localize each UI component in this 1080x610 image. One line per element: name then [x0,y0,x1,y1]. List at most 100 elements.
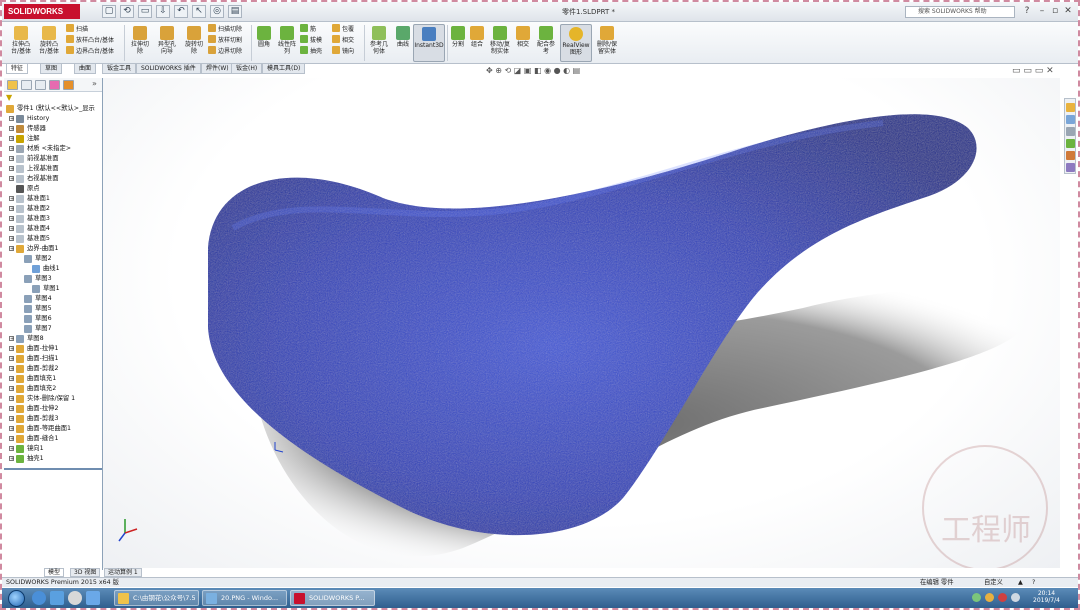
new-icon[interactable]: ▢ [102,5,116,18]
edit-appearance-icon[interactable]: ● [554,66,561,75]
tree-item[interactable]: + 草图8 [4,334,102,344]
tree-item[interactable]: + 注解 [4,134,102,144]
extrude-cut-button[interactable]: 拉伸切 除 [128,26,152,55]
extrude-boss-button[interactable]: 拉伸凸 台/基体 [8,26,34,55]
tree-item[interactable]: + 曲面-扫描1 [4,354,102,364]
tree-item[interactable]: + 曲面-缝合1 [4,434,102,444]
expand-icon[interactable]: + [9,146,14,152]
tree-item[interactable]: + 曲面-剪裁3 [4,414,102,424]
tree-item[interactable]: + 上视基准面 [4,164,102,174]
tree-item[interactable]: + 基准面1 [4,194,102,204]
open-icon[interactable]: ⟲ [120,5,134,18]
tree-item[interactable]: + 曲面-剪裁2 [4,364,102,374]
select-icon[interactable]: ↖ [192,5,206,18]
rebuild-icon[interactable]: ◎ [210,5,224,18]
expand-panel-icon[interactable]: » [92,79,97,88]
expand-icon[interactable]: + [9,356,14,362]
expand-icon[interactable]: + [9,336,14,342]
custom-properties-icon[interactable] [1066,163,1075,172]
sweep-cut-button[interactable]: 扫描切除 [208,24,242,33]
expand-icon[interactable]: + [9,366,14,372]
expand-icon[interactable]: + [9,346,14,352]
expand-icon[interactable]: + [9,376,14,382]
tab-model[interactable]: 模型 [44,568,65,577]
help-icon[interactable]: ? [1022,6,1032,17]
move-copy-button[interactable]: 移动/复 制实体 [487,26,513,55]
wrap-button[interactable]: 包覆 [332,24,354,33]
revolve-cut-button[interactable]: 旋转切 除 [182,26,206,55]
tree-item[interactable]: + 曲面填充1 [4,374,102,384]
expand-icon[interactable]: + [9,236,14,242]
zoom-area-icon[interactable]: ⊕ [495,66,502,75]
settings-icon[interactable] [68,591,82,605]
restore-icon[interactable]: ▫ [1050,6,1060,17]
intersect-small-button[interactable]: 相交 [332,35,354,44]
tree-item[interactable]: + 前视基准面 [4,154,102,164]
tree-item[interactable]: + 曲面-等距曲面1 [4,424,102,434]
tab-sheetmetal-tools[interactable]: 钣金工具 [102,64,137,74]
resources-icon[interactable] [1066,103,1075,112]
expand-icon[interactable]: + [9,136,14,142]
zoom-fit-icon[interactable]: ✥ [486,66,493,75]
expand-icon[interactable]: + [9,156,14,162]
previous-view-icon[interactable]: ⟲ [505,66,512,75]
expand-icon[interactable]: + [9,166,14,172]
taskbar-explorer[interactable]: C:\由钢花\公众号\7.5 [114,590,199,606]
taskbar-image-viewer[interactable]: 20.PNG - Windo... [202,590,287,606]
view-palette-icon[interactable] [1066,139,1075,148]
options-icon[interactable]: ▤ [228,5,242,18]
clock[interactable]: 20:14 2019/7/4 [1033,590,1060,604]
revolve-boss-button[interactable]: 旋转凸 台/基体 [36,26,62,55]
tree-item[interactable]: + 基准面4 [4,224,102,234]
loft-boss-button[interactable]: 放样凸台/基体 [66,35,114,44]
expand-icon[interactable]: + [9,176,14,182]
boundary-cut-button[interactable]: 边界切除 [208,46,242,55]
combine-button[interactable]: 组合 [468,26,486,48]
tree-item[interactable]: + 曲面填充2 [4,384,102,394]
filter-icon[interactable]: ▼ [6,93,12,102]
instant3d-button[interactable]: Instant3D [413,24,445,62]
tree-item[interactable]: + 材质 <未指定> [4,144,102,154]
expand-icon[interactable]: + [9,396,14,402]
tree-item[interactable]: + 曲面-拉伸1 [4,344,102,354]
tree-item[interactable]: 曲线1 [4,264,102,274]
expand-icon[interactable]: + [9,196,14,202]
tree-item[interactable]: + 抽壳1 [4,454,102,464]
tab-3d-views[interactable]: 3D 视图 [70,568,101,577]
expand-icon[interactable]: + [9,416,14,422]
save-icon[interactable]: ▭ [138,5,152,18]
configmanager-tab-icon[interactable] [35,80,46,90]
tree-item[interactable]: + 传感器 [4,124,102,134]
propertymanager-tab-icon[interactable] [21,80,32,90]
tree-item[interactable]: + 基准面3 [4,214,102,224]
expand-icon[interactable]: + [9,386,14,392]
tree-item[interactable]: + 镜向1 [4,444,102,454]
tree-item[interactable]: + 基准面5 [4,234,102,244]
tree-item[interactable]: + 实体-删除/保留 1 [4,394,102,404]
featuremanager-tab-icon[interactable] [7,80,18,90]
tray-icon[interactable] [972,593,981,602]
print-icon[interactable]: ⇩ [156,5,170,18]
viewport-maximize-icon[interactable]: ▭ [1035,66,1044,76]
rib-button[interactable]: 筋 [300,24,316,33]
shell-button[interactable]: 抽壳 [300,46,322,55]
start-button[interactable] [8,590,25,607]
split-button[interactable]: 分割 [449,26,467,48]
viewport-close-icon[interactable]: ✕ [1046,66,1054,76]
tree-item[interactable]: + 边界-曲面1 [4,244,102,254]
tab-sheetmetal[interactable]: 钣金(H) [231,64,263,74]
tray-icon[interactable] [998,593,1007,602]
curves-button[interactable]: 曲线 [394,26,412,48]
boundary-boss-button[interactable]: 边界凸台/基体 [66,46,114,55]
tree-item[interactable]: + History [4,114,102,124]
hide-show-icon[interactable]: ◉ [544,66,551,75]
expand-icon[interactable]: + [9,446,14,452]
sweep-boss-button[interactable]: 扫描 [66,24,88,33]
viewport-tile-icon[interactable]: ▭ [1023,66,1032,76]
minimize-icon[interactable]: – [1037,6,1047,17]
display-style-icon[interactable]: ◧ [534,66,542,75]
tree-item[interactable]: + 基准面2 [4,204,102,214]
expand-icon[interactable]: + [9,216,14,222]
mate-ref-button[interactable]: 配合参 考 [534,26,558,55]
tray-icon[interactable] [985,593,994,602]
